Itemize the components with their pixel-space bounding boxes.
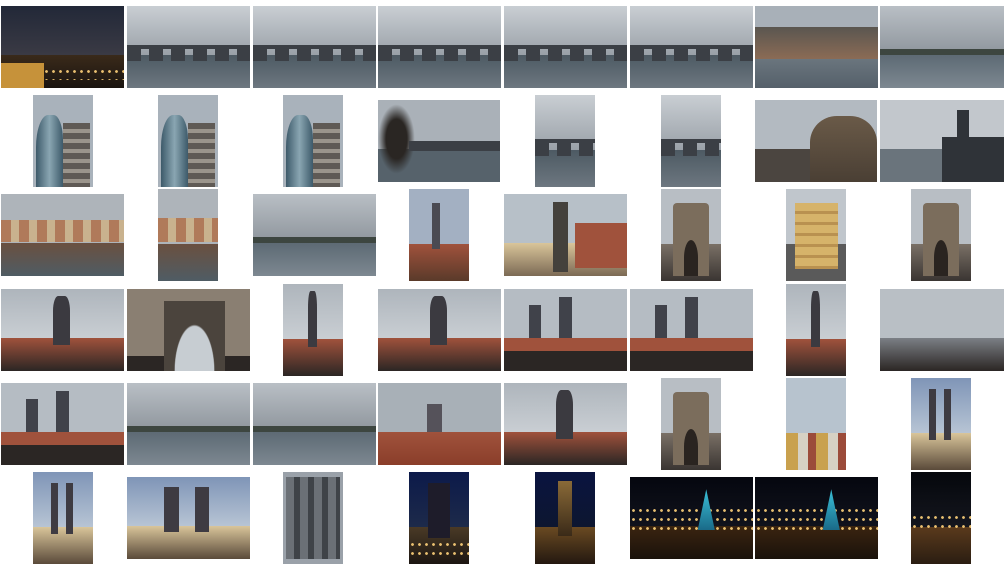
- photo-thumbnail[interactable]: [786, 189, 846, 281]
- photo-thumbnail[interactable]: [283, 472, 343, 564]
- photo-thumbnail[interactable]: [786, 378, 846, 470]
- photo-thumbnail[interactable]: [880, 6, 1004, 88]
- photo-thumbnail[interactable]: [283, 284, 343, 376]
- photo-thumbnail[interactable]: [661, 189, 721, 281]
- photo-thumbnail[interactable]: [378, 289, 501, 371]
- photo-thumbnail[interactable]: [504, 194, 627, 276]
- photo-thumbnail[interactable]: [127, 383, 250, 465]
- photo-thumbnail[interactable]: [911, 472, 971, 564]
- photo-thumbnail[interactable]: [1, 289, 124, 371]
- photo-thumbnail[interactable]: [127, 289, 250, 371]
- photo-thumbnail[interactable]: [661, 378, 721, 470]
- photo-thumbnail[interactable]: [786, 284, 846, 376]
- photo-thumbnail[interactable]: [127, 477, 250, 559]
- photo-thumbnail[interactable]: [535, 472, 595, 564]
- photo-thumbnail[interactable]: [755, 6, 878, 88]
- photo-thumbnail[interactable]: [158, 95, 218, 187]
- photo-thumbnail[interactable]: [504, 383, 627, 465]
- photo-thumbnail[interactable]: [1, 194, 124, 276]
- photo-thumbnail[interactable]: [661, 95, 721, 187]
- photo-thumbnail[interactable]: [630, 6, 753, 88]
- photo-thumbnail[interactable]: [253, 194, 376, 276]
- photo-thumbnail[interactable]: [755, 477, 878, 559]
- photo-thumbnail[interactable]: [378, 383, 501, 465]
- photo-thumbnail[interactable]: [33, 472, 93, 564]
- photo-thumbnail[interactable]: [283, 95, 343, 187]
- photo-thumbnail[interactable]: [755, 100, 877, 182]
- photo-thumbnail[interactable]: [911, 378, 971, 470]
- photo-thumbnail[interactable]: [378, 100, 500, 182]
- photo-thumbnail[interactable]: [630, 477, 753, 559]
- photo-thumbnail[interactable]: [1, 6, 124, 88]
- photo-thumbnail[interactable]: [378, 6, 501, 88]
- photo-grid: [0, 0, 1005, 565]
- photo-thumbnail[interactable]: [504, 289, 627, 371]
- photo-thumbnail[interactable]: [535, 95, 595, 187]
- photo-thumbnail[interactable]: [253, 6, 376, 88]
- photo-thumbnail[interactable]: [127, 6, 250, 88]
- photo-thumbnail[interactable]: [911, 189, 971, 281]
- photo-thumbnail[interactable]: [253, 383, 376, 465]
- photo-thumbnail[interactable]: [630, 289, 753, 371]
- photo-thumbnail[interactable]: [158, 189, 218, 281]
- photo-thumbnail[interactable]: [33, 95, 93, 187]
- photo-thumbnail[interactable]: [1, 383, 124, 465]
- photo-thumbnail[interactable]: [409, 472, 469, 564]
- photo-thumbnail[interactable]: [880, 100, 1004, 182]
- photo-thumbnail[interactable]: [409, 189, 469, 281]
- photo-thumbnail[interactable]: [504, 6, 627, 88]
- photo-thumbnail[interactable]: [880, 289, 1004, 371]
